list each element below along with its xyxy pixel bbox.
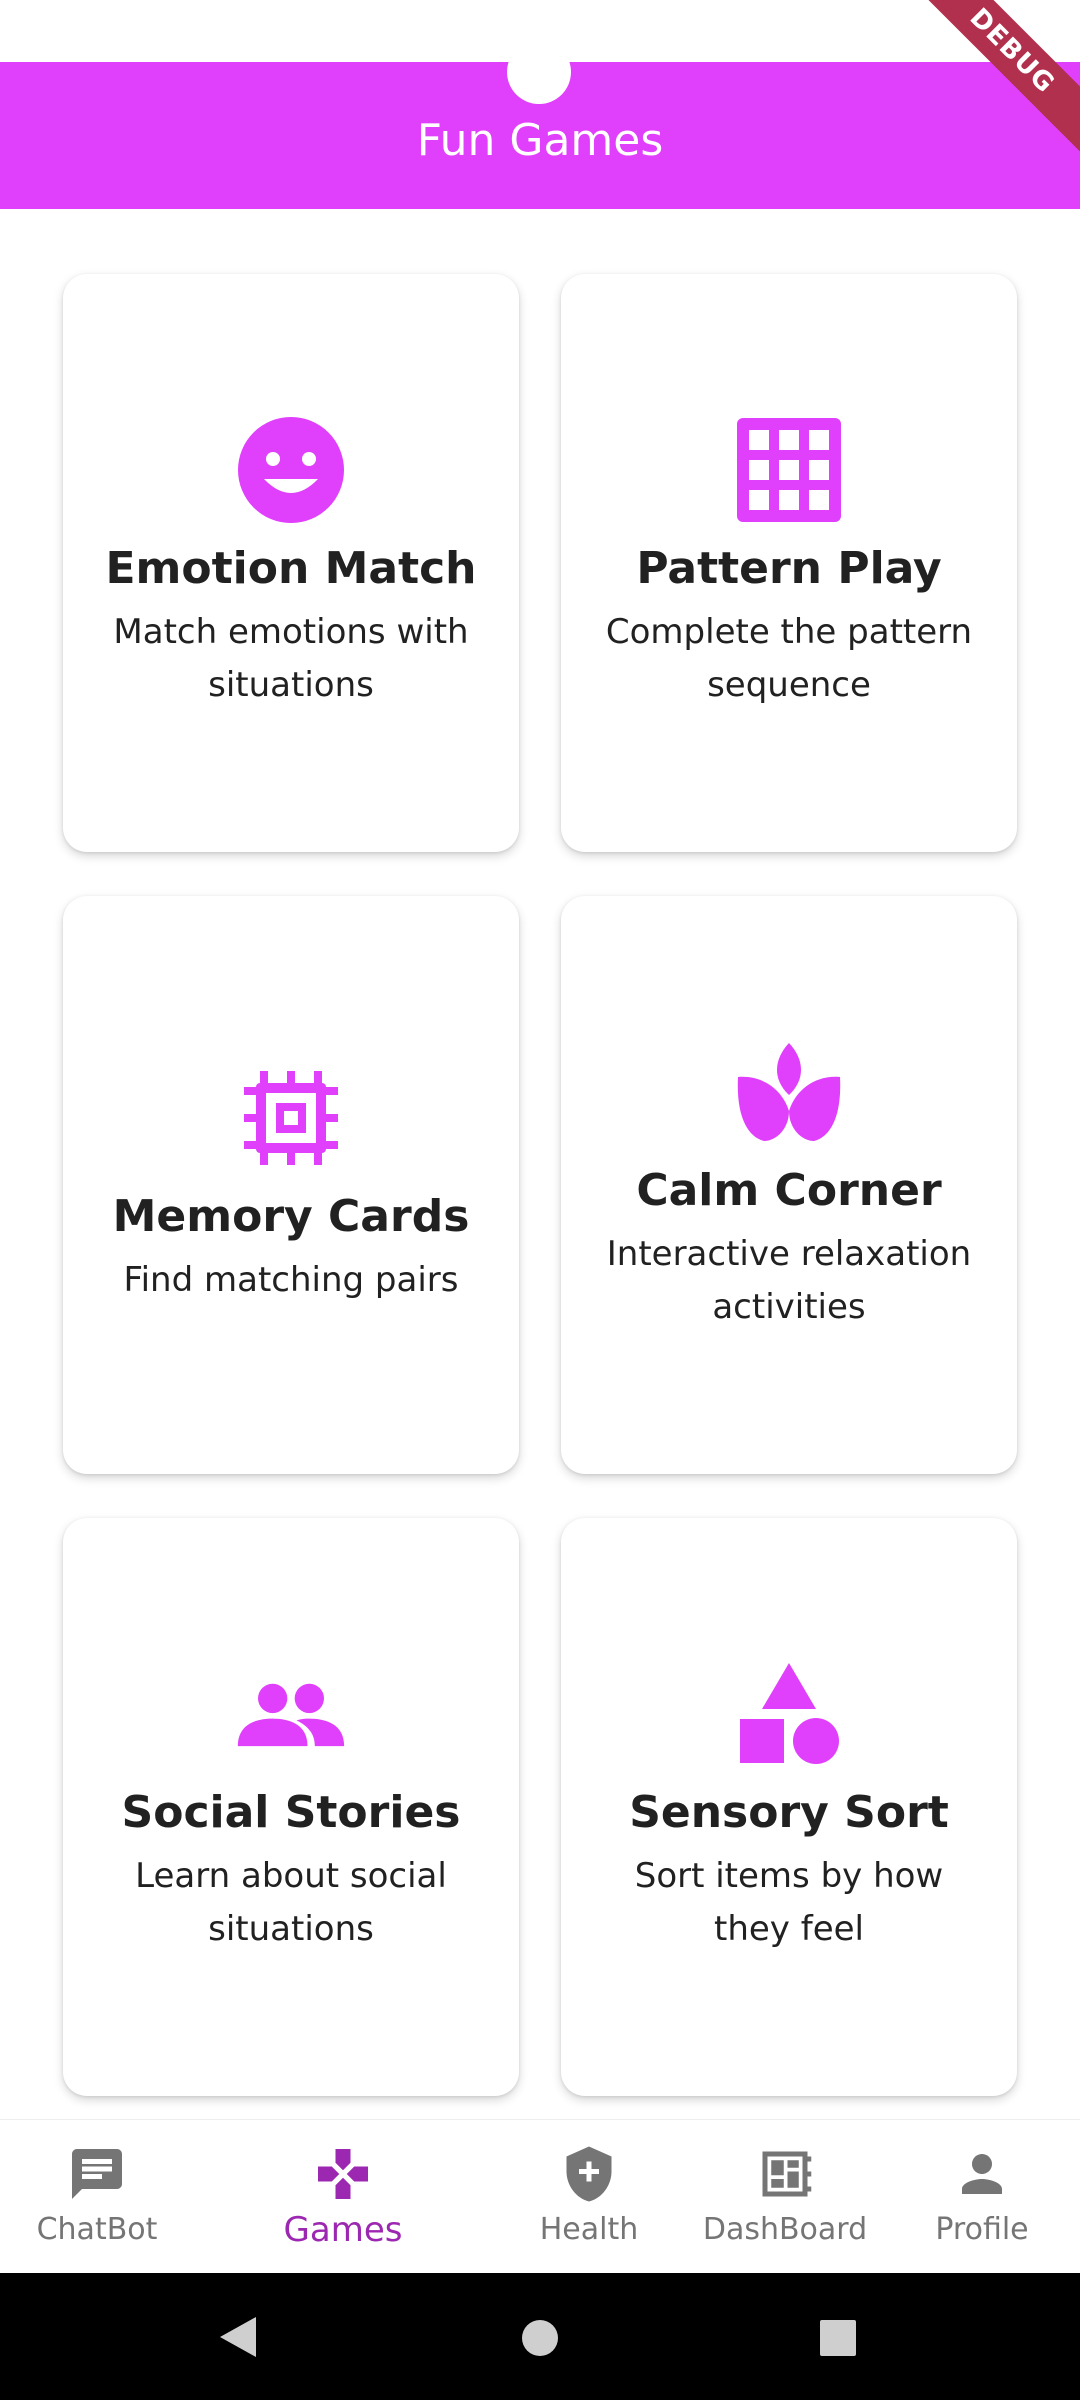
game-card-social-stories[interactable]: Social Stories Learn about social situat… — [63, 1518, 519, 2096]
grid-icon — [734, 415, 844, 525]
recents-icon[interactable] — [818, 2318, 858, 2358]
game-description: Match emotions with situations — [113, 611, 469, 705]
game-card-sensory-sort[interactable]: Sensory Sort Sort items by how they feel — [561, 1518, 1017, 2096]
home-icon[interactable] — [520, 2318, 560, 2358]
game-description: Sort items by how they feel — [634, 1855, 944, 1949]
game-description: Find matching pairs — [123, 1260, 459, 1300]
nav-item-chatbot[interactable]: ChatBot — [0, 2120, 205, 2274]
nav-label: Health — [539, 2212, 639, 2247]
back-icon[interactable] — [216, 2313, 260, 2361]
bottom-navigation: ChatBot Games Health DashBoard Profile — [0, 2119, 1080, 2274]
system-navigation-bar — [0, 2273, 1080, 2400]
nav-label: Games — [283, 2210, 403, 2250]
game-card-memory-cards[interactable]: Memory Cards Find matching pairs — [63, 896, 519, 1474]
camera-cutout — [507, 40, 571, 104]
person-icon — [952, 2144, 1012, 2204]
nav-item-dashboard[interactable]: DashBoard — [677, 2120, 893, 2274]
health-shield-icon — [559, 2144, 619, 2204]
game-description: Complete the pattern sequence — [605, 611, 973, 705]
memory-chip-icon — [236, 1063, 346, 1173]
game-title: Memory Cards — [112, 1191, 470, 1242]
game-title: Calm Corner — [636, 1164, 942, 1216]
game-title: Sensory Sort — [629, 1786, 949, 1838]
nav-item-games[interactable]: Games — [235, 2120, 451, 2274]
game-card-calm-corner[interactable]: Calm Corner Interactive relaxation activ… — [561, 896, 1017, 1474]
dashboard-icon — [755, 2144, 815, 2204]
game-description: Interactive relaxation activities — [606, 1233, 972, 1327]
page-title: Fun Games — [416, 115, 664, 166]
nav-label: DashBoard — [702, 2212, 868, 2247]
game-description: Learn about social situations — [135, 1855, 447, 1949]
chat-icon — [67, 2144, 127, 2204]
nav-label: Profile — [935, 2212, 1029, 2247]
nav-item-profile[interactable]: Profile — [874, 2120, 1080, 2274]
people-icon — [236, 1659, 346, 1769]
nav-item-health[interactable]: Health — [481, 2120, 697, 2274]
nav-label: ChatBot — [36, 2212, 158, 2247]
game-title: Emotion Match — [105, 542, 477, 594]
game-title: Pattern Play — [636, 542, 942, 594]
smiley-face-icon — [236, 415, 346, 525]
gamepad-icon — [313, 2144, 373, 2204]
game-title: Social Stories — [121, 1786, 461, 1838]
game-card-pattern-play[interactable]: Pattern Play Complete the pattern sequen… — [561, 274, 1017, 852]
shapes-icon — [734, 1659, 844, 1769]
lotus-icon — [734, 1037, 844, 1147]
game-card-emotion-match[interactable]: Emotion Match Match emotions with situat… — [63, 274, 519, 852]
